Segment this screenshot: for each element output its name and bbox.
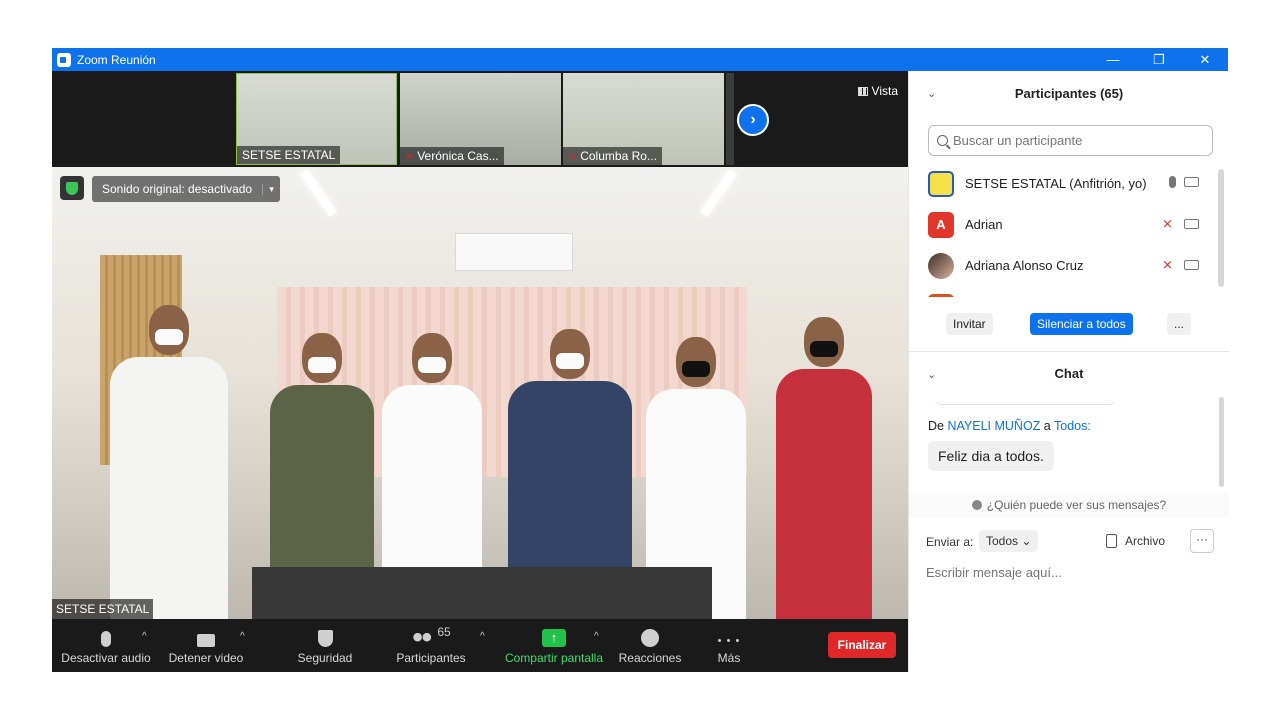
thumbnail-video[interactable]: ⨯ Verónica Cas... (400, 73, 561, 165)
participants-more-button[interactable]: ... (1167, 313, 1192, 335)
video-scene-light (299, 169, 338, 217)
chat-header: ⌄ Chat (909, 352, 1229, 396)
thumbnail-video[interactable]: SETSE ESTATAL (236, 73, 397, 165)
video-scene-ac (455, 233, 573, 271)
muted-mic-icon[interactable]: ⨯ (1162, 217, 1176, 231)
minimize-icon[interactable]: — (1090, 48, 1136, 71)
thumbnail-name-tag: ⨯ Columba Ro... (563, 147, 662, 165)
video-person (776, 317, 872, 619)
participants-title: Participantes (65) (1014, 86, 1124, 101)
thumbnail-video[interactable]: ⨯ Columba Ro... (563, 73, 724, 165)
participants-list: SETSE ESTATAL (Anfitrión, yo) A Adrian ⨯… (909, 163, 1219, 297)
share-arrow-icon: ↑ (542, 629, 566, 647)
original-sound-toggle[interactable]: Sonido original: desactivado ▾ (92, 176, 281, 202)
participants-header: ⌄ Participantes (65) (909, 71, 1229, 117)
participant-row[interactable]: Adriana Alonso Cruz ⨯ (909, 245, 1219, 286)
video-scene-table (252, 567, 712, 619)
side-panel: ⌄ Participantes (65) SETSE ESTATAL (Anfi… (908, 71, 1229, 672)
avatar (928, 252, 954, 279)
video-camera-icon (197, 634, 215, 647)
shield-icon (317, 630, 333, 647)
restore-icon[interactable]: ❐ (1136, 48, 1182, 71)
ellipsis-icon: • • • (717, 635, 741, 647)
participants-count: 65 (437, 625, 451, 639)
microphone-icon (101, 631, 111, 647)
grid-view-icon (857, 86, 868, 96)
video-person (110, 305, 228, 619)
search-icon (937, 135, 948, 146)
video-camera-icon[interactable] (1184, 177, 1199, 187)
view-button[interactable]: Vista (857, 84, 898, 98)
main-video: Sonido original: desactivado ▾ SETSE EST… (52, 167, 908, 619)
participants-scrollbar[interactable] (1218, 163, 1224, 297)
chat-message-input[interactable] (926, 560, 1216, 584)
close-icon[interactable]: ✕ (1182, 48, 1228, 71)
participant-row[interactable]: A Adrian ⨯ (909, 204, 1219, 245)
participant-name: SETSE ESTATAL (Anfitrión, yo) (965, 176, 1147, 191)
video-scene-light (699, 169, 738, 217)
avatar: A (928, 211, 954, 238)
chat-messages: De NAYELI MUÑOZ a Todos: Feliz dia a tod… (909, 397, 1229, 489)
video-area: SETSE ESTATAL ⨯ Verónica Cas... ⨯ Columb… (52, 71, 908, 672)
participants-button[interactable]: 65 Participantes (394, 619, 468, 672)
participant-row[interactable] (909, 286, 1219, 297)
participant-search[interactable] (928, 125, 1213, 156)
mute-audio-button[interactable]: Desactivar audio (60, 619, 152, 672)
file-icon (1106, 534, 1117, 548)
send-to-dropdown[interactable]: Todos ⌄ (979, 530, 1039, 552)
share-options-caret[interactable]: ^ (594, 631, 599, 642)
security-button[interactable]: Seguridad (292, 619, 358, 672)
muted-mic-icon: ⨯ (405, 150, 415, 163)
video-camera-icon[interactable] (1184, 219, 1199, 229)
thumbnail-name-tag: ⨯ Verónica Cas... (400, 147, 504, 165)
chat-title: Chat (1054, 366, 1084, 381)
mute-all-button[interactable]: Silenciar a todos (1030, 313, 1133, 335)
who-can-see-link[interactable]: ¿Quién puede ver sus mensajes? (909, 493, 1229, 517)
speaker-name-tag: SETSE ESTATAL (52, 599, 154, 619)
participant-row[interactable]: SETSE ESTATAL (Anfitrión, yo) (909, 163, 1219, 204)
encryption-shield-icon[interactable] (60, 176, 84, 200)
audio-options-caret[interactable]: ^ (142, 631, 147, 642)
avatar (928, 293, 954, 297)
share-screen-button[interactable]: ↑ Compartir pantalla (502, 619, 606, 672)
send-to-bar: Enviar a: Todos ⌄ Archivo ··· (926, 529, 1216, 555)
stop-video-button[interactable]: Detener video (164, 619, 248, 672)
participants-icon (411, 633, 434, 647)
smiley-icon (641, 629, 659, 647)
more-button[interactable]: • • • Más (706, 619, 752, 672)
person-icon (971, 500, 982, 510)
meeting-toolbar: Desactivar audio ^ Detener video ^ Segur… (52, 619, 908, 672)
message-sender: De NAYELI MUÑOZ a Todos: (928, 419, 1091, 433)
file-button[interactable]: Archivo (1106, 534, 1165, 548)
title-bar: Zoom Reunión — ❐ ✕ (52, 48, 1228, 71)
participant-name: Adrian (965, 217, 1003, 232)
video-options-caret[interactable]: ^ (240, 631, 245, 642)
participant-actions: Invitar Silenciar a todos ... (909, 313, 1229, 341)
microphone-icon[interactable] (1169, 176, 1176, 188)
zoom-app-icon (57, 52, 71, 67)
video-camera-icon[interactable] (1184, 260, 1199, 270)
next-page-button[interactable]: › (737, 104, 769, 136)
zoom-window: Zoom Reunión — ❐ ✕ SETSE ESTATAL ⨯ Verón… (52, 48, 1229, 672)
previous-message-edge (935, 397, 1115, 405)
participant-name: Adriana Alonso Cruz (965, 258, 1084, 273)
avatar (928, 170, 954, 197)
thumbnail-name-tag: SETSE ESTATAL (237, 146, 341, 164)
chat-more-button[interactable]: ··· (1190, 529, 1214, 553)
end-meeting-button[interactable]: Finalizar (828, 632, 896, 658)
participant-search-input[interactable] (953, 133, 1193, 148)
thumbnail-strip: SETSE ESTATAL ⨯ Verónica Cas... ⨯ Columb… (52, 71, 908, 167)
window-title: Zoom Reunión (77, 52, 156, 67)
reactions-button[interactable]: Reacciones (618, 619, 682, 672)
muted-mic-icon: ⨯ (568, 150, 578, 163)
chat-message-bubble: Feliz dia a todos. (928, 441, 1054, 471)
muted-mic-icon[interactable]: ⨯ (1162, 258, 1176, 272)
invite-button[interactable]: Invitar (946, 313, 993, 335)
chat-scrollbar[interactable] (1219, 397, 1224, 487)
participants-options-caret[interactable]: ^ (480, 631, 485, 642)
chevron-down-icon[interactable]: ▾ (262, 183, 280, 195)
thumbnail-partial (726, 73, 734, 165)
window-controls: — ❐ ✕ (1090, 48, 1228, 71)
